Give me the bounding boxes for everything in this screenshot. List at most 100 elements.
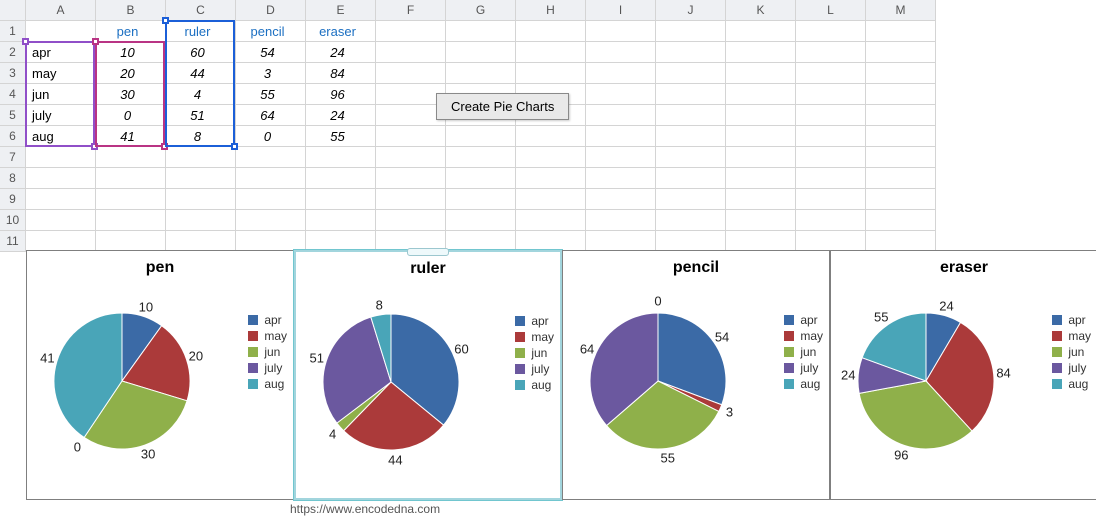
cell-A4[interactable]: jun: [26, 84, 96, 105]
spreadsheet[interactable]: ABCDEFGHIJKLM 1penrulerpencileraser2apr1…: [0, 0, 1096, 252]
cell-D2[interactable]: 54: [236, 42, 306, 63]
cell-D1[interactable]: pencil: [236, 21, 306, 42]
cell-K7[interactable]: [726, 147, 796, 168]
cell-M5[interactable]: [866, 105, 936, 126]
row-header-1[interactable]: 1: [0, 21, 26, 42]
cell-H9[interactable]: [516, 189, 586, 210]
col-header-H[interactable]: H: [516, 0, 586, 21]
cell-L6[interactable]: [796, 126, 866, 147]
cell-L3[interactable]: [796, 63, 866, 84]
cell-J3[interactable]: [656, 63, 726, 84]
cell-K5[interactable]: [726, 105, 796, 126]
row-header-11[interactable]: 11: [0, 231, 26, 252]
cell-C3[interactable]: 44: [166, 63, 236, 84]
cell-I5[interactable]: [586, 105, 656, 126]
cell-D5[interactable]: 64: [236, 105, 306, 126]
cell-J4[interactable]: [656, 84, 726, 105]
col-header-K[interactable]: K: [726, 0, 796, 21]
cell-D11[interactable]: [236, 231, 306, 252]
cell-J8[interactable]: [656, 168, 726, 189]
cell-C2[interactable]: 60: [166, 42, 236, 63]
cell-C7[interactable]: [166, 147, 236, 168]
cell-B7[interactable]: [96, 147, 166, 168]
cell-M4[interactable]: [866, 84, 936, 105]
cell-B2[interactable]: 10: [96, 42, 166, 63]
cell-E1[interactable]: eraser: [306, 21, 376, 42]
cell-L1[interactable]: [796, 21, 866, 42]
col-header-J[interactable]: J: [656, 0, 726, 21]
col-header-C[interactable]: C: [166, 0, 236, 21]
cell-I1[interactable]: [586, 21, 656, 42]
cell-M6[interactable]: [866, 126, 936, 147]
cell-C1[interactable]: ruler: [166, 21, 236, 42]
cell-D9[interactable]: [236, 189, 306, 210]
cell-E2[interactable]: 24: [306, 42, 376, 63]
cell-H10[interactable]: [516, 210, 586, 231]
cell-J7[interactable]: [656, 147, 726, 168]
row-header-5[interactable]: 5: [0, 105, 26, 126]
col-header-L[interactable]: L: [796, 0, 866, 21]
chart-pen[interactable]: pen102030041aprmayjunjulyaug: [26, 250, 294, 500]
cell-H6[interactable]: [516, 126, 586, 147]
cell-A7[interactable]: [26, 147, 96, 168]
cell-J10[interactable]: [656, 210, 726, 231]
cell-I11[interactable]: [586, 231, 656, 252]
cell-H11[interactable]: [516, 231, 586, 252]
cell-L10[interactable]: [796, 210, 866, 231]
cell-M9[interactable]: [866, 189, 936, 210]
cell-E5[interactable]: 24: [306, 105, 376, 126]
cell-G11[interactable]: [446, 231, 516, 252]
cell-B1[interactable]: pen: [96, 21, 166, 42]
cell-C11[interactable]: [166, 231, 236, 252]
cell-E7[interactable]: [306, 147, 376, 168]
cell-B9[interactable]: [96, 189, 166, 210]
cell-A10[interactable]: [26, 210, 96, 231]
cell-A3[interactable]: may: [26, 63, 96, 84]
cell-C9[interactable]: [166, 189, 236, 210]
col-header-D[interactable]: D: [236, 0, 306, 21]
cell-J9[interactable]: [656, 189, 726, 210]
cell-K8[interactable]: [726, 168, 796, 189]
cell-E3[interactable]: 84: [306, 63, 376, 84]
cell-B11[interactable]: [96, 231, 166, 252]
cell-M8[interactable]: [866, 168, 936, 189]
cell-G9[interactable]: [446, 189, 516, 210]
col-header-I[interactable]: I: [586, 0, 656, 21]
row-header-8[interactable]: 8: [0, 168, 26, 189]
cell-B3[interactable]: 20: [96, 63, 166, 84]
cell-K2[interactable]: [726, 42, 796, 63]
corner-cell[interactable]: [0, 0, 26, 21]
cell-L8[interactable]: [796, 168, 866, 189]
cell-A6[interactable]: aug: [26, 126, 96, 147]
cell-M11[interactable]: [866, 231, 936, 252]
cell-H2[interactable]: [516, 42, 586, 63]
cell-L4[interactable]: [796, 84, 866, 105]
cell-A1[interactable]: [26, 21, 96, 42]
cell-I4[interactable]: [586, 84, 656, 105]
cell-D6[interactable]: 0: [236, 126, 306, 147]
cell-B5[interactable]: 0: [96, 105, 166, 126]
cell-A8[interactable]: [26, 168, 96, 189]
cell-I7[interactable]: [586, 147, 656, 168]
cell-A11[interactable]: [26, 231, 96, 252]
cell-L11[interactable]: [796, 231, 866, 252]
row-header-6[interactable]: 6: [0, 126, 26, 147]
cell-H8[interactable]: [516, 168, 586, 189]
cell-G6[interactable]: [446, 126, 516, 147]
cell-B6[interactable]: 41: [96, 126, 166, 147]
cell-H7[interactable]: [516, 147, 586, 168]
cell-D7[interactable]: [236, 147, 306, 168]
cell-G10[interactable]: [446, 210, 516, 231]
row-header-7[interactable]: 7: [0, 147, 26, 168]
cell-K9[interactable]: [726, 189, 796, 210]
cell-F7[interactable]: [376, 147, 446, 168]
cell-K4[interactable]: [726, 84, 796, 105]
create-pie-charts-button[interactable]: Create Pie Charts: [436, 93, 569, 120]
cell-F2[interactable]: [376, 42, 446, 63]
cell-C10[interactable]: [166, 210, 236, 231]
cell-K3[interactable]: [726, 63, 796, 84]
cell-D10[interactable]: [236, 210, 306, 231]
cell-E4[interactable]: 96: [306, 84, 376, 105]
chart-eraser[interactable]: eraser2484962455aprmayjunjulyaug: [830, 250, 1096, 500]
cell-I8[interactable]: [586, 168, 656, 189]
